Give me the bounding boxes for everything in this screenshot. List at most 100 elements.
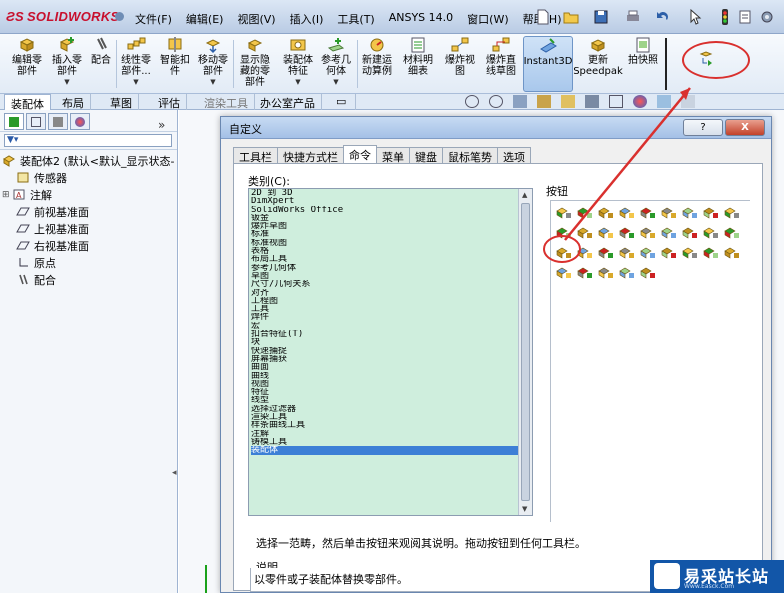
command-button-icon[interactable] [723,225,741,241]
tab-toolbars[interactable]: 工具栏 [233,147,278,164]
command-button-icon[interactable] [681,245,699,261]
tab-assembly[interactable]: 装配体 [4,94,51,111]
menu-file[interactable]: 文件(F) [128,11,179,27]
category-item[interactable]: 注解 [251,430,519,438]
command-button-icon[interactable] [639,205,657,221]
command-button-icon[interactable] [555,205,573,221]
category-item[interactable]: 爆炸草图 [251,222,519,230]
tree-item-assembly[interactable]: 装配体2 (默认<默认_显示状态- [2,152,177,169]
file-properties-icon[interactable] [736,8,754,26]
category-item[interactable]: 扣合特征(T) [251,330,519,338]
appearance-icon[interactable] [633,95,647,108]
command-button-icon[interactable] [618,225,636,241]
category-item[interactable]: 装配体 [251,446,519,455]
category-scrollbar[interactable]: ▲ ▼ [518,189,532,515]
tree-item-sensors[interactable]: 传感器 [2,169,177,186]
property-manager-tab-icon[interactable] [26,113,46,130]
exploded-view-button[interactable]: 爆炸视 图 [440,36,480,92]
configuration-tab-icon[interactable] [48,113,68,130]
category-item[interactable]: 宏 [251,322,519,330]
previous-view-icon[interactable] [513,95,527,108]
scene-icon[interactable] [657,95,671,108]
category-item[interactable]: 2D 到 3D [251,189,519,197]
menu-ansys[interactable]: ANSYS 14.0 [382,11,460,27]
command-button-icon[interactable] [639,265,657,281]
command-button-icon[interactable] [702,225,720,241]
category-item[interactable]: 特征 [251,388,519,396]
command-button-icon[interactable] [597,265,615,281]
category-item[interactable]: 对齐 [251,289,519,297]
command-button-icon[interactable] [618,265,636,281]
category-item[interactable]: 样条曲线工具 [251,421,519,429]
command-button-icon[interactable] [723,245,741,261]
command-button-icon[interactable] [618,245,636,261]
category-item[interactable]: 选择过滤器 [251,405,519,413]
menu-edit[interactable]: 编辑(E) [179,11,231,27]
command-button-icon[interactable] [555,265,573,281]
category-item[interactable]: 铸模工具 [251,438,519,446]
feature-tree-tab-icon[interactable] [4,113,24,130]
command-button-icon[interactable] [597,225,615,241]
command-button-icon[interactable] [639,245,657,261]
display-style-icon[interactable] [585,95,599,108]
take-snapshot-button[interactable]: 拍快照 [624,36,662,92]
category-item[interactable]: 表格 [251,247,519,255]
tab-commands[interactable]: 命令 [343,145,377,163]
tab-mouse-gestures[interactable]: 鼠标笔势 [442,147,498,164]
category-item[interactable]: 曲面 [251,363,519,371]
category-item[interactable]: 焊件 [251,313,519,321]
command-button-icon[interactable] [702,205,720,221]
select-cursor-icon[interactable] [686,8,704,26]
command-button-icon[interactable] [681,225,699,241]
category-item[interactable]: 标准视图 [251,239,519,247]
print-icon[interactable] [624,8,642,26]
expand-chevron-icon[interactable]: » [158,118,165,132]
category-item[interactable]: 钣金 [251,214,519,222]
command-button-icon[interactable] [702,245,720,261]
display-manager-tab-icon[interactable] [70,113,90,130]
tab-sketch[interactable]: 草图 [104,94,139,110]
scroll-down-icon[interactable]: ▼ [522,505,527,513]
tree-item-top-plane[interactable]: 上视基准面 [2,220,177,237]
category-item[interactable]: 标准 [251,230,519,238]
command-button-icon[interactable] [576,225,594,241]
view-orientation-icon[interactable] [561,95,575,108]
tab-evaluate[interactable]: 评估 [152,94,187,110]
menu-tools[interactable]: 工具(T) [330,11,381,27]
command-button-icon[interactable] [660,245,678,261]
category-item[interactable]: 尺寸/几何关系 [251,280,519,288]
tab-layout[interactable]: 布局 [56,94,91,110]
category-item[interactable]: 布局工具 [251,255,519,263]
scroll-up-icon[interactable]: ▲ [522,191,527,199]
tree-item-annotations[interactable]: ⊞ A 注解 [2,186,177,203]
tab-options[interactable]: 选项 [497,147,531,164]
open-folder-icon[interactable] [562,8,580,26]
assembly-feature-button[interactable]: 装配体 特征 ▼ [280,36,316,92]
category-item[interactable]: 参考几何体 [251,264,519,272]
expand-plus-icon[interactable]: ⊞ [2,190,12,200]
new-document-icon[interactable] [534,8,552,26]
tree-item-mates[interactable]: 配合 [2,271,177,288]
command-button-icon[interactable] [576,205,594,221]
instant3d-button[interactable]: Instant3D [523,36,573,92]
linear-component-pattern-button[interactable]: 线性零 部件... ▼ [118,36,154,92]
new-motion-study-button[interactable]: 新建运 动算例 [359,36,395,92]
tab-keyboard[interactable]: 键盘 [409,147,443,164]
command-button-icon[interactable] [618,205,636,221]
smart-fastener-button[interactable]: 智能扣 件 [157,36,193,92]
command-button-icon[interactable] [555,225,573,241]
bill-of-materials-button[interactable]: 材料明 细表 [400,36,436,92]
zoom-fit-icon[interactable] [465,95,479,108]
category-item[interactable]: 块 [251,338,519,346]
update-speedpak-button[interactable]: 更新 Speedpak [573,36,623,92]
category-item[interactable]: 渲染工具 [251,413,519,421]
tree-item-origin[interactable]: 原点 [2,254,177,271]
category-item[interactable]: 快速捕捉 [251,347,519,355]
menu-window[interactable]: 窗口(W) [460,11,515,27]
tree-item-right-plane[interactable]: 右视基准面 [2,237,177,254]
tree-item-front-plane[interactable]: 前视基准面 [2,203,177,220]
undo-icon[interactable] [654,8,672,26]
category-item[interactable]: DimXpert [251,197,519,205]
traffic-light-icon[interactable] [716,8,734,26]
command-button-icon[interactable] [660,205,678,221]
